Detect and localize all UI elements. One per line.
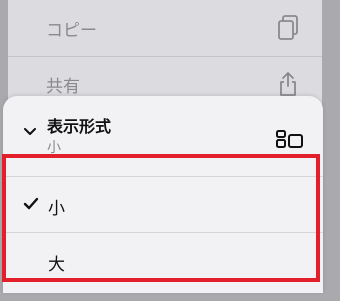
menu-item-copy[interactable]: コピー	[8, 0, 322, 57]
submenu-header[interactable]: 表示形式 小	[3, 96, 323, 156]
checkmark-icon	[23, 197, 39, 210]
copy-icon	[278, 15, 298, 40]
submenu-title: 表示形式	[47, 117, 112, 136]
option-large-label: 大	[48, 255, 65, 275]
menu-item-copy-label: コピー	[46, 21, 97, 41]
menu-item-share-label: 共有	[46, 77, 80, 97]
chevron-down-icon	[24, 128, 36, 135]
option-small-label: 小	[48, 199, 65, 219]
submenu-current-value: 小	[47, 140, 61, 156]
view-format-submenu: 表示形式 小 小 大	[3, 96, 323, 293]
layout-icon	[276, 130, 303, 148]
option-large[interactable]: 大	[3, 232, 323, 289]
option-small[interactable]: 小	[3, 176, 323, 233]
share-icon	[280, 72, 296, 96]
